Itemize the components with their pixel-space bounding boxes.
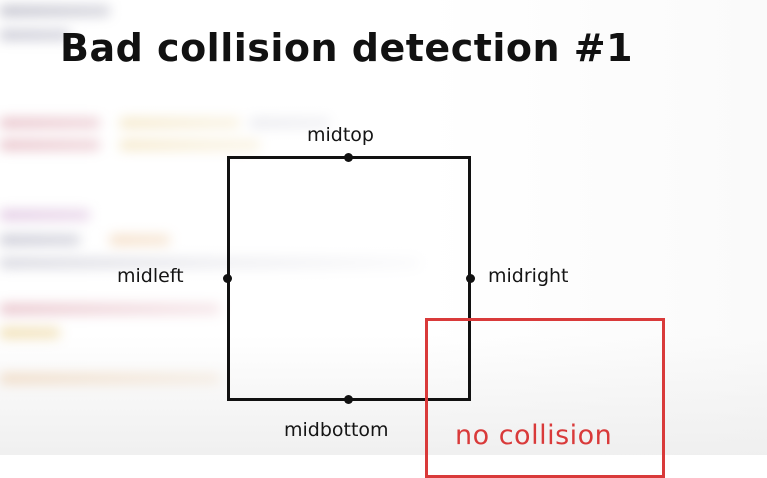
midbottom-label: midbottom xyxy=(284,419,389,441)
midtop-label: midtop xyxy=(307,124,374,146)
midleft-point xyxy=(223,274,232,283)
midleft-label: midleft xyxy=(117,265,184,287)
midright-label: midright xyxy=(488,265,569,287)
midtop-point xyxy=(344,153,353,162)
midright-point xyxy=(466,274,475,283)
collision-diagram: midtop midleft midright midbottom no col… xyxy=(0,0,767,478)
obstacle-rect xyxy=(425,318,665,478)
midbottom-point xyxy=(344,395,353,404)
no-collision-label: no collision xyxy=(455,420,613,451)
